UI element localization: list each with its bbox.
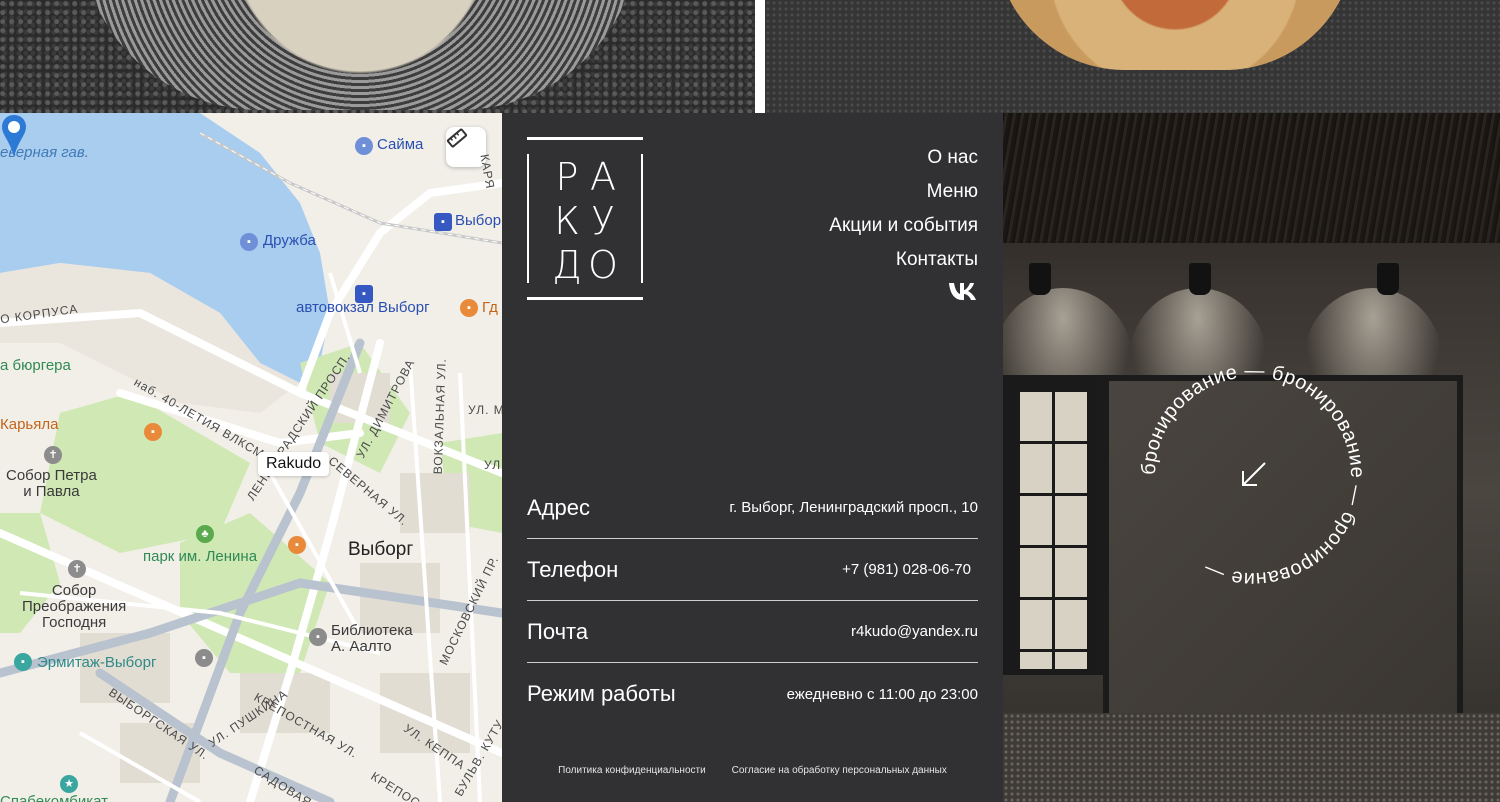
- street-label: УЛ. М: [468, 403, 502, 417]
- logo-letter: О: [588, 243, 618, 287]
- map-label-gd[interactable]: Гд: [482, 300, 498, 316]
- hotel-icon[interactable]: ▪: [240, 233, 258, 251]
- star-icon[interactable]: ★: [60, 775, 78, 793]
- map-label-library[interactable]: Библиотека А. Аалто: [331, 623, 413, 655]
- email-link[interactable]: r4kudo@yandex.ru: [851, 623, 978, 640]
- monument-icon[interactable]: ▪: [195, 649, 213, 667]
- logo-letter: Р: [555, 155, 579, 199]
- nav-link-promotions[interactable]: Акции и события: [829, 209, 978, 243]
- arrow-down-left-icon: [1242, 462, 1266, 486]
- food-photo-left: [0, 0, 755, 113]
- street-label: УЛ.: [484, 458, 502, 472]
- contact-row-phone: Телефон +7 (981) 028-06-70: [527, 539, 978, 601]
- contact-value: ежедневно с 11:00 до 23:00: [786, 685, 978, 703]
- map-label-hermitage[interactable]: Эрмитаж-Выборг: [37, 655, 156, 671]
- map-label-bus-station[interactable]: автовокзал Выборг: [296, 300, 430, 316]
- booking-photo: бронирование — бронирование — бронирован…: [1003, 113, 1500, 802]
- location-pin-icon[interactable]: [0, 113, 28, 159]
- map-label-cathedral-peter-paul[interactable]: Собор Петра и Павла: [6, 468, 97, 500]
- map-label-city: Выборг: [348, 539, 414, 560]
- map-label-karyala[interactable]: Карьяла: [0, 417, 58, 433]
- nav-link-menu[interactable]: Меню: [829, 175, 978, 209]
- terrazzo-floor: [1003, 713, 1500, 802]
- contact-row-email: Почта r4kudo@yandex.ru: [527, 601, 978, 663]
- privacy-policy-link[interactable]: Политика конфиденциальности: [558, 765, 706, 776]
- contact-row-hours: Режим работы ежедневно с 11:00 до 23:00: [527, 663, 978, 725]
- map-label-saima[interactable]: Сайма: [377, 137, 423, 153]
- map-label-bottom-poi[interactable]: Спабекомбикат: [0, 794, 108, 802]
- contact-info: Адрес г. Выборг, Ленинградский просп., 1…: [527, 477, 978, 725]
- contact-label: Режим работы: [527, 681, 676, 706]
- shoji-window: [1003, 375, 1103, 675]
- booking-button[interactable]: бронирование — бронирование — бронирован…: [1133, 355, 1373, 595]
- footer-nav: О нас Меню Акции и события Контакты: [829, 141, 978, 277]
- logo-letter: К: [554, 199, 580, 243]
- data-consent-link[interactable]: Согласие на обработку персональных данны…: [732, 765, 947, 776]
- cafe-icon[interactable]: ▪: [144, 423, 162, 441]
- lamp: [1189, 263, 1211, 295]
- map-label-druzhba[interactable]: Дружба: [263, 233, 316, 249]
- vk-icon[interactable]: [948, 281, 978, 301]
- lamp: [1377, 263, 1399, 295]
- phone-link[interactable]: +7 (981) 028-06-70: [842, 561, 971, 578]
- logo-letters: Р А К У Д О: [549, 156, 621, 286]
- marker-label[interactable]: Rakudo: [258, 452, 330, 476]
- ruler-icon: [446, 128, 468, 148]
- map-label-park-lenin[interactable]: парк им. Ленина: [143, 549, 257, 565]
- footer-panel: Р А К У Д О О нас Меню Акции и события К…: [502, 113, 1003, 802]
- church-icon[interactable]: ✝: [44, 446, 62, 464]
- restaurant-icon[interactable]: ▪: [460, 299, 478, 317]
- contact-label: Почта: [527, 618, 589, 644]
- museum-icon[interactable]: ▪: [14, 653, 32, 671]
- map-widget[interactable]: еверная гав. ▪ Сайма ▪ Дружба ▪ Выборг ▪…: [0, 113, 502, 802]
- logo-letter: У: [591, 199, 615, 243]
- map-canvas[interactable]: [0, 113, 502, 802]
- nav-link-contacts[interactable]: Контакты: [829, 243, 978, 277]
- contact-label: Адрес: [527, 494, 590, 520]
- contact-row-address: Адрес г. Выборг, Ленинградский просп., 1…: [527, 477, 978, 539]
- park-icon[interactable]: ♣: [196, 525, 214, 543]
- hotel-icon[interactable]: ▪: [355, 137, 373, 155]
- map-label-cathedral-transfiguration[interactable]: Собор Преображения Господня: [22, 583, 126, 630]
- legal-links: Политика конфиденциальности Согласие на …: [502, 765, 1003, 776]
- lamp: [1029, 263, 1051, 295]
- church-icon[interactable]: ✝: [68, 560, 86, 578]
- logo-letter: А: [590, 155, 616, 199]
- nav-link-about[interactable]: О нас: [829, 141, 978, 175]
- logo-letter: Д: [552, 243, 582, 287]
- contact-label: Телефон: [527, 556, 619, 582]
- bowl-image: [995, 0, 1355, 70]
- train-icon[interactable]: ▪: [434, 213, 452, 231]
- bowl-image: [80, 0, 640, 110]
- map-label-vyborg-station[interactable]: Выборг: [455, 213, 502, 229]
- food-photo-right: [765, 0, 1500, 113]
- thatch-ceiling: [1003, 113, 1500, 243]
- map-label-burger[interactable]: а бюргера: [0, 358, 71, 374]
- photo-divider: [755, 0, 765, 113]
- bar-icon[interactable]: ▪: [288, 536, 306, 554]
- contact-value: г. Выборг, Ленинградский просп., 10: [729, 499, 978, 516]
- logo[interactable]: Р А К У Д О: [527, 137, 643, 300]
- library-icon[interactable]: ▪: [309, 628, 327, 646]
